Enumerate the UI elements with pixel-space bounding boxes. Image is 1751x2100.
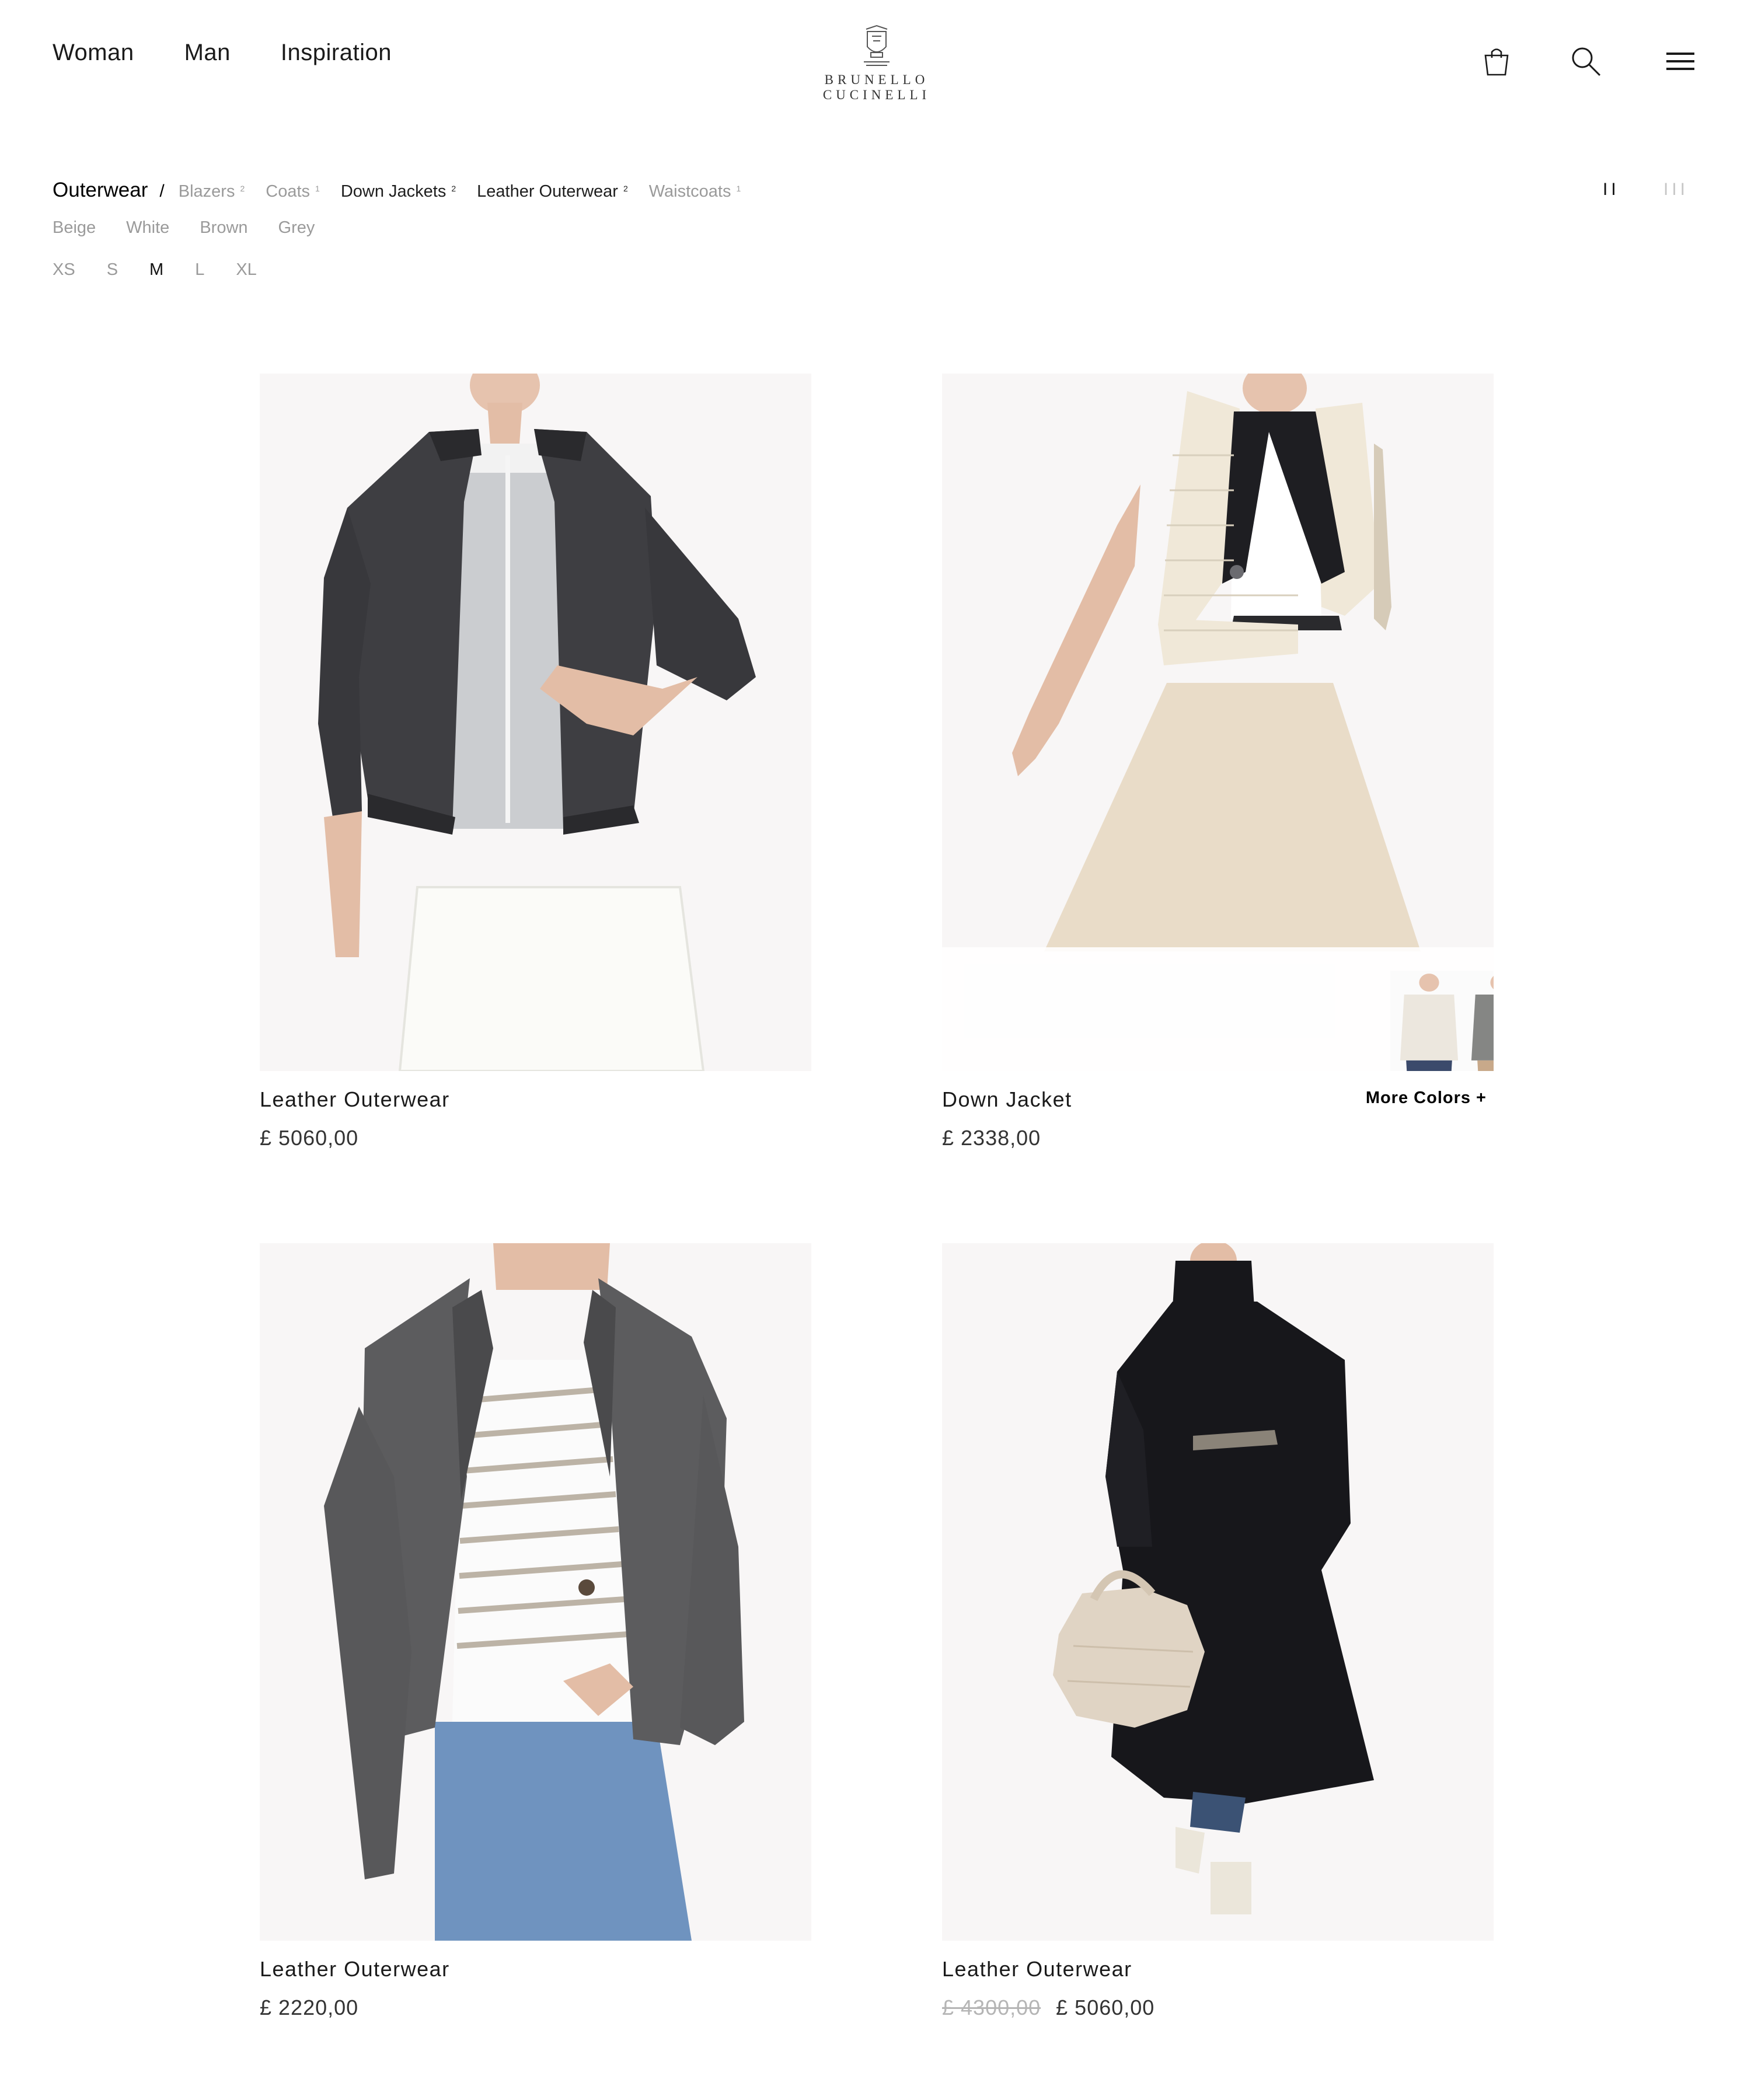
original-price: £ 4300,00 xyxy=(942,1996,1041,2019)
product-price: £ 5060,00 xyxy=(260,1126,359,1150)
menu-icon[interactable] xyxy=(1665,46,1696,77)
nav-inspiration[interactable]: Inspiration xyxy=(281,40,392,66)
size-filter-m[interactable]: M xyxy=(149,260,163,280)
product-photo-black-trench xyxy=(1053,1243,1374,1914)
size-filter-bar: XS S M L XL xyxy=(53,260,257,280)
brand-wordmark: BRUNELLO CUCINELLI xyxy=(822,72,931,102)
top-navigation: Woman Man Inspiration xyxy=(53,40,392,66)
search-icon[interactable] xyxy=(1570,46,1602,77)
product-image[interactable] xyxy=(942,1243,1494,1941)
three-column-view-toggle[interactable]: III xyxy=(1663,180,1689,200)
category-down-jackets[interactable]: Down Jackets 2 xyxy=(341,182,456,201)
category-filter-bar: Outerwear / Blazers 2 Coats 1 Down Jackets… xyxy=(53,179,762,202)
crest-icon xyxy=(864,25,890,66)
product-image[interactable] xyxy=(942,374,1494,1071)
product-price: £ 2220,00 xyxy=(260,1996,359,2019)
size-filter-xl[interactable]: XL xyxy=(236,260,256,280)
color-swatch-grey[interactable] xyxy=(1225,971,1494,1071)
more-colors-link[interactable]: More Colors + xyxy=(1366,1089,1487,1108)
product-name[interactable]: Leather Outerwear xyxy=(942,1957,1494,1982)
color-filter-white[interactable]: White xyxy=(126,218,169,238)
color-filter-beige[interactable]: Beige xyxy=(53,218,96,238)
product-photo-grey-blazer xyxy=(324,1243,744,1941)
size-filter-l[interactable]: L xyxy=(195,260,204,280)
nav-man[interactable]: Man xyxy=(184,40,231,66)
color-filter-brown[interactable]: Brown xyxy=(200,218,247,238)
product-price: £ 2338,00 xyxy=(942,1126,1041,1150)
product-name[interactable]: Leather Outerwear xyxy=(260,1087,811,1112)
color-filter-bar: Beige White Brown Grey xyxy=(53,218,315,238)
color-filter-grey[interactable]: Grey xyxy=(278,218,315,238)
category-leather-outerwear[interactable]: Leather Outerwear 2 xyxy=(477,182,628,201)
two-column-view-toggle[interactable]: II xyxy=(1603,180,1620,200)
product-photo-bomber-jacket xyxy=(318,374,756,1071)
brand-logo[interactable]: BRUNELLO CUCINELLI xyxy=(772,23,982,103)
color-swatch-bar xyxy=(942,947,1494,1071)
category-blazers[interactable]: Blazers 2 xyxy=(179,182,245,201)
product-card[interactable]: Leather Outerwear £ 5060,00 xyxy=(260,374,811,1150)
size-filter-xs[interactable]: XS xyxy=(53,260,75,280)
product-image[interactable] xyxy=(260,1243,811,1941)
breadcrumb-outerwear[interactable]: Outerwear xyxy=(53,179,148,202)
product-name[interactable]: Leather Outerwear xyxy=(260,1957,811,1982)
size-filter-s[interactable]: S xyxy=(107,260,118,280)
breadcrumb-separator: / xyxy=(159,182,165,201)
sale-price: £ 5060,00 xyxy=(1056,1996,1155,2019)
product-card[interactable]: Leather Outerwear £ 4300,00 £ 5060,00 xyxy=(942,1243,1494,2020)
product-price: £ 4300,00 £ 5060,00 xyxy=(942,1996,1494,2020)
product-card[interactable]: More Colors + Down Jacket £ 2338,00 xyxy=(942,374,1494,1150)
nav-woman[interactable]: Woman xyxy=(53,40,134,66)
product-image[interactable] xyxy=(260,374,811,1071)
product-card[interactable]: Leather Outerwear £ 2220,00 xyxy=(260,1243,811,2020)
category-coats[interactable]: Coats 1 xyxy=(266,182,320,201)
shopping-bag-icon[interactable] xyxy=(1481,46,1512,77)
category-waistcoats[interactable]: Waistcoats 1 xyxy=(649,182,741,201)
